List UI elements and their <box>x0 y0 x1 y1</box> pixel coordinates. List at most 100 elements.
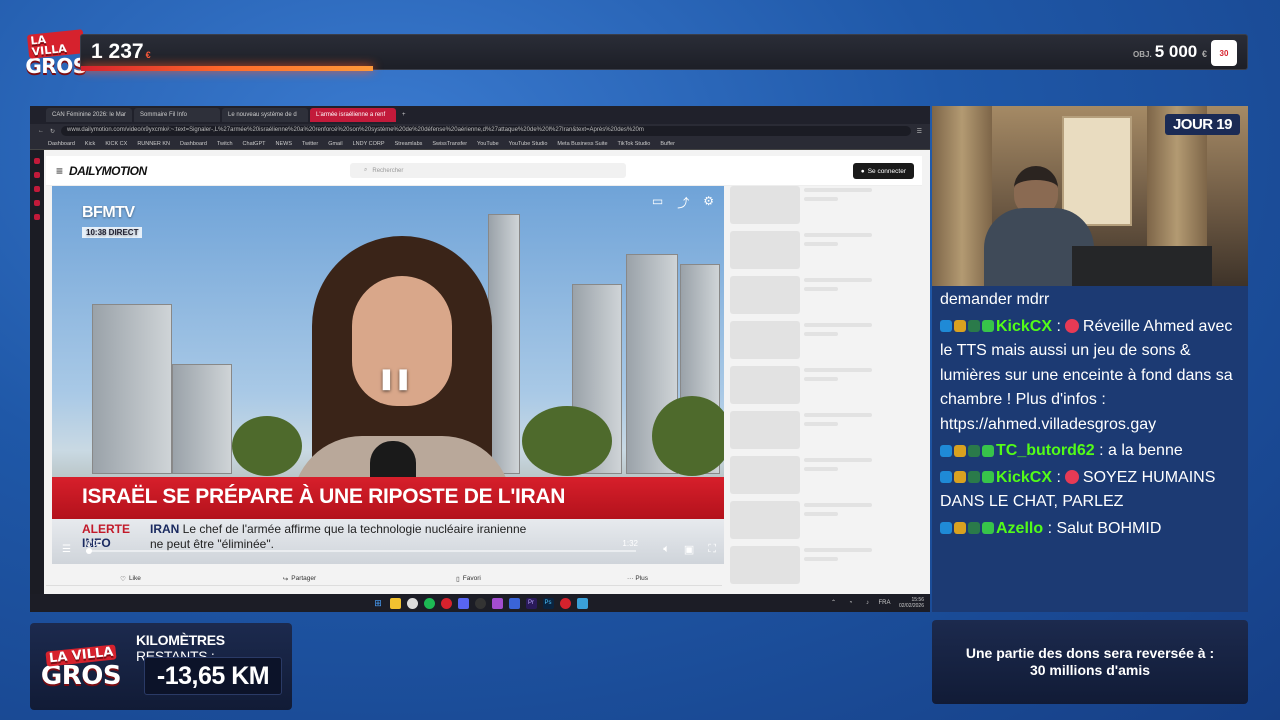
bookmark-item[interactable]: Twitter <box>302 141 318 147</box>
favorite-button[interactable]: ▯ Favori <box>384 572 553 586</box>
charity-box: Une partie des dons sera reversée à : 30… <box>932 620 1248 704</box>
share-icon[interactable]: ⤴ <box>677 194 689 211</box>
sidebar-icon[interactable] <box>34 158 40 164</box>
seek-knob[interactable] <box>86 548 92 554</box>
volume-tray-icon[interactable]: ♪ <box>862 597 873 608</box>
title-placeholder <box>804 503 872 507</box>
windows-start-icon[interactable]: ⊞ <box>373 598 384 609</box>
logo-line2: GROS <box>40 660 122 691</box>
video-top-controls: ▭ ⤴ ⚙ <box>652 194 714 211</box>
thumbnail-placeholder <box>730 546 800 584</box>
login-button[interactable]: ● Se connecter <box>852 163 914 179</box>
chat-username[interactable]: TC_butord62 <box>996 442 1095 459</box>
browser-tab[interactable]: Le nouveau système de d <box>222 108 308 122</box>
network-icon[interactable]: ◔ <box>845 597 856 608</box>
bookmark-item[interactable]: Dashboard <box>180 141 207 147</box>
bookmark-item[interactable]: TikTok Studio <box>618 141 651 147</box>
dailymotion-logo[interactable]: DAILYMOTION <box>69 164 147 178</box>
bookmark-item[interactable]: NEWS <box>275 141 292 147</box>
bookmark-item[interactable]: Kick <box>85 141 95 147</box>
villa-logo-bottom: LA VILLA GROS <box>40 633 122 703</box>
language-indicator[interactable]: FRA <box>879 597 891 608</box>
notepad-icon[interactable] <box>576 597 588 609</box>
chat-message: TC_butord62 : a la benne <box>940 439 1240 464</box>
bookmark-item[interactable]: Twitch <box>217 141 233 147</box>
bookmark-item[interactable]: Meta Business Suite <box>557 141 607 147</box>
tab-strip: CAN Féminine 2026: le Mar Sommaire Fil In… <box>30 106 930 124</box>
fullscreen-icon[interactable]: ⛶ <box>708 543 716 556</box>
km-value: -13,65 KM <box>144 657 282 695</box>
bookmark-item[interactable]: Gmail <box>328 141 342 147</box>
bookmark-item[interactable]: Buffer <box>660 141 675 147</box>
sidebar-icon[interactable] <box>34 214 40 220</box>
badge-icon <box>968 444 980 457</box>
donation-counter-unit: € <box>145 50 151 60</box>
search-input[interactable]: ⌕ Rechercher <box>350 163 626 178</box>
menu-icon[interactable]: ≡ <box>56 164 63 178</box>
pause-icon[interactable]: ❚❚ <box>378 366 412 391</box>
pip-icon[interactable]: ▭ <box>652 194 663 211</box>
obs-icon[interactable] <box>474 597 486 609</box>
bookmark-item[interactable]: LNDY CORP <box>353 141 385 147</box>
browser-tab[interactable]: L'armée israélienne a renf <box>310 108 396 122</box>
browser-tab[interactable]: Sommaire Fil Info <box>134 108 220 122</box>
badge-icon <box>982 522 994 535</box>
reload-icon[interactable]: ↻ <box>50 128 55 135</box>
extensions-icon[interactable]: ☰ <box>917 128 922 135</box>
channel-time: 10:38 DIRECT <box>82 227 143 238</box>
photoshop-icon[interactable]: Ps <box>542 597 554 609</box>
chat-text: demander mdrr <box>940 291 1050 308</box>
like-button[interactable]: ♡ Like <box>46 572 215 586</box>
opera-icon[interactable] <box>440 597 452 609</box>
sidebar-icon[interactable] <box>34 186 40 192</box>
url-field[interactable]: www.dailymotion.com/video/x9yxcmk#:~:tex… <box>61 126 911 136</box>
volume-icon[interactable]: 🔈︎ <box>663 543 670 556</box>
bookmark-item[interactable]: KICK CX <box>105 141 127 147</box>
news-headline: ISRAËL SE PRÉPARE À UNE RIPOSTE DE L'IRA… <box>52 477 724 519</box>
new-tab-icon[interactable]: + <box>402 112 406 118</box>
chat-username[interactable]: KickCX <box>996 318 1052 335</box>
bookmark-item[interactable]: Streamlabs <box>395 141 423 147</box>
bookmark-item[interactable]: RUNNER KN <box>137 141 170 147</box>
sidebar-icon[interactable] <box>34 172 40 178</box>
spotify-icon[interactable] <box>423 597 435 609</box>
app-icon[interactable] <box>508 597 520 609</box>
bookmark-item[interactable]: YouTube <box>477 141 499 147</box>
goal-prefix: OBJ. <box>1133 50 1152 59</box>
chat-username[interactable]: Azello <box>996 520 1043 537</box>
user-badges <box>940 520 996 537</box>
tree <box>652 396 724 476</box>
fire-emote-icon <box>1064 470 1079 485</box>
thumbnail-placeholder <box>730 411 800 449</box>
settings-icon[interactable]: ⚙ <box>703 194 714 211</box>
goal-badge: 30 <box>1211 40 1237 66</box>
chrome-icon[interactable] <box>406 597 418 609</box>
bookmark-item[interactable]: SwissTransfer <box>432 141 467 147</box>
browser-tab[interactable]: CAN Féminine 2026: le Mar <box>46 108 132 122</box>
chat-username[interactable]: KickCX <box>996 469 1052 486</box>
back-icon[interactable]: ← <box>38 128 44 134</box>
charity-line1: Une partie des dons sera reversée à : <box>965 645 1215 661</box>
thumbnail-placeholder <box>730 321 800 359</box>
app-icon[interactable] <box>491 597 503 609</box>
captions-icon[interactable]: ▣ <box>684 543 694 556</box>
clock[interactable]: 15:56 02/02/2026 <box>899 597 924 609</box>
bookmark-item[interactable]: YouTube Studio <box>509 141 548 147</box>
webcam-feed: JOUR 19 <box>932 106 1248 286</box>
seek-bar[interactable] <box>86 548 636 554</box>
premiere-icon[interactable]: Pr <box>525 597 537 609</box>
badge-icon <box>968 522 980 535</box>
app-icon[interactable] <box>559 597 571 609</box>
discord-icon[interactable] <box>457 597 469 609</box>
chevron-up-icon[interactable]: ⌃ <box>828 597 839 608</box>
title-placeholder <box>804 323 872 327</box>
sidebar-icon[interactable] <box>34 200 40 206</box>
more-button[interactable]: ··· Plus <box>553 572 722 586</box>
file-explorer-icon[interactable] <box>389 597 401 609</box>
subtitle-placeholder <box>804 557 838 561</box>
chapters-icon[interactable]: ☰ <box>62 544 71 555</box>
bookmark-item[interactable]: Dashboard <box>48 141 75 147</box>
share-button[interactable]: ↪ Partager <box>215 572 384 586</box>
video-player[interactable]: BFMTV 10:38 DIRECT ▭ ⤴ ⚙ ❚❚ ISRAËL SE PR… <box>52 186 724 564</box>
bookmark-item[interactable]: ChatGPT <box>243 141 266 147</box>
